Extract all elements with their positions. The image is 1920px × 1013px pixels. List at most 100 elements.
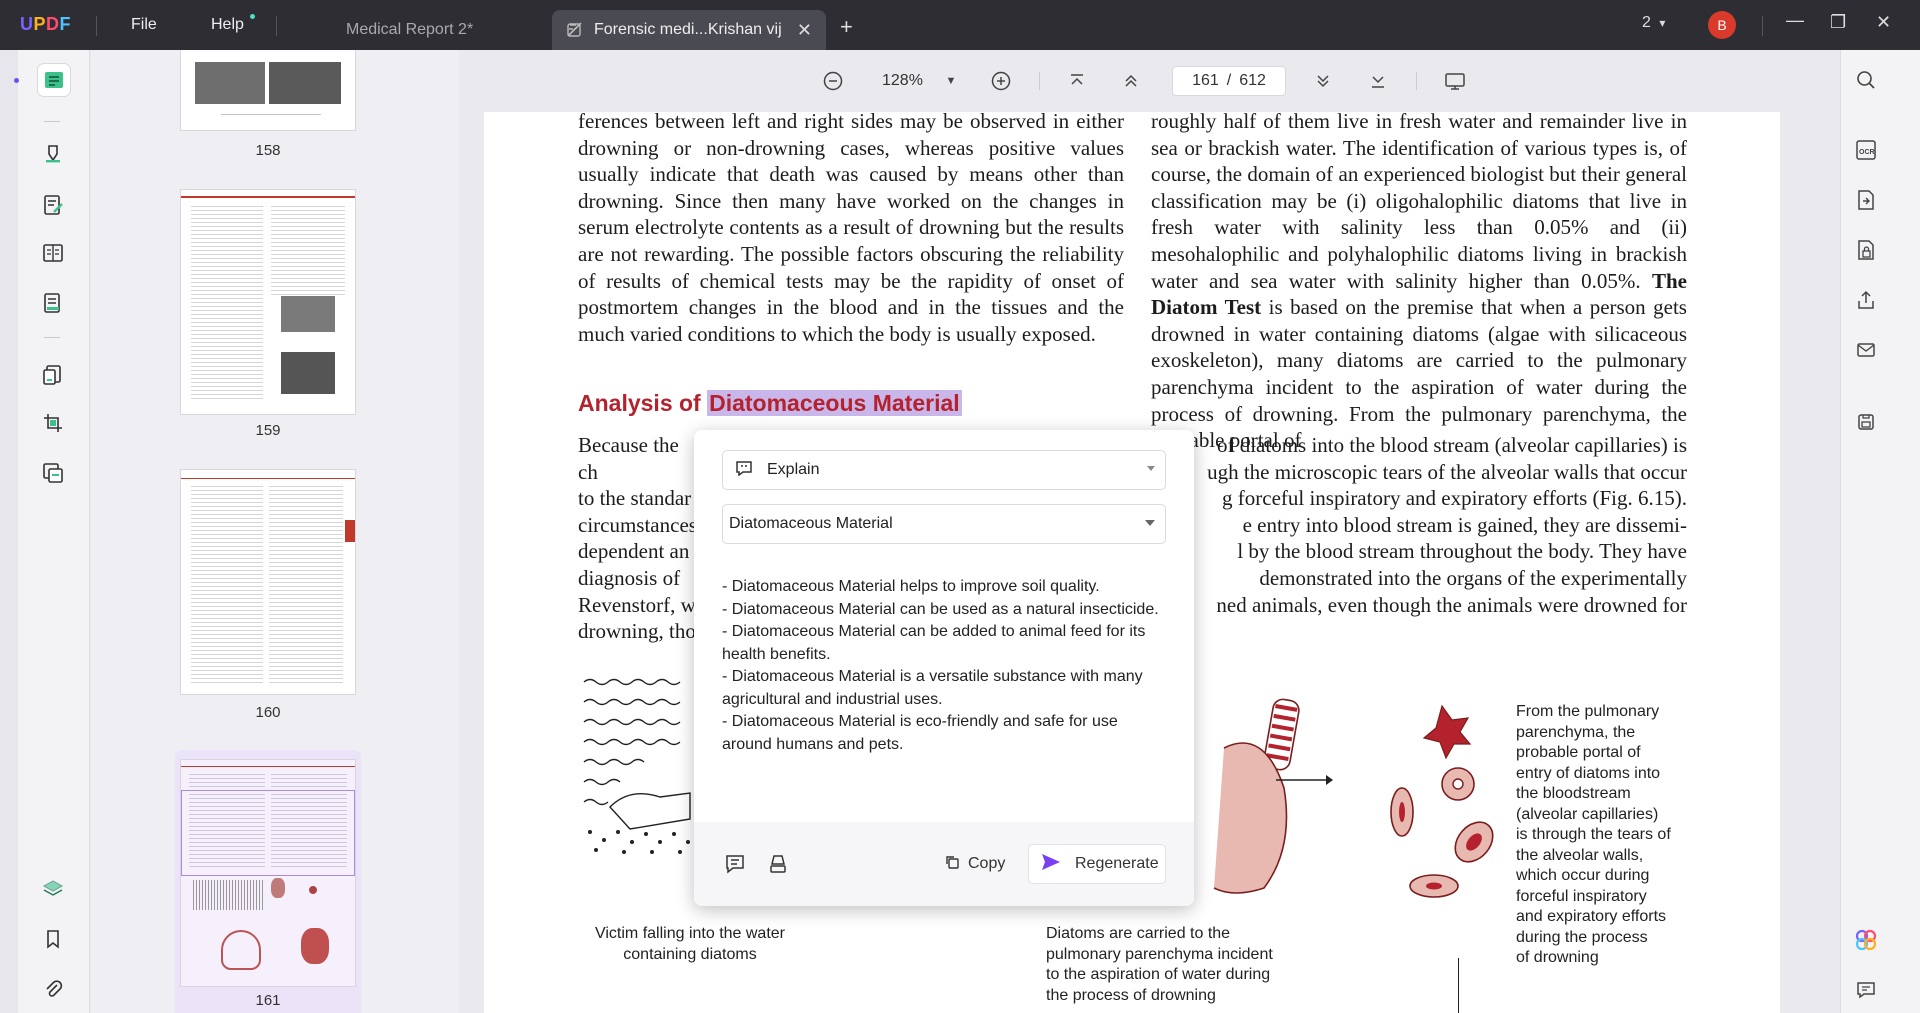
organize-pages-icon[interactable] <box>40 362 66 388</box>
heading-prefix: Analysis of <box>578 390 708 416</box>
updf-ai-icon[interactable] <box>1854 928 1878 952</box>
svg-text:OCR: OCR <box>1859 149 1875 156</box>
text-line: g forceful inspiratory and expiratory ef… <box>1222 486 1687 511</box>
menu-file[interactable]: File <box>131 16 157 34</box>
zoom-dropdown-icon[interactable]: ▼ <box>940 70 962 92</box>
zoom-out-icon[interactable] <box>822 70 844 92</box>
protect-document-icon[interactable] <box>1854 238 1878 262</box>
fill-sign-icon[interactable] <box>40 290 66 316</box>
left-column-text: ferences between left and right sides ma… <box>578 112 1124 346</box>
highlighted-selection[interactable]: Diatomaceous Material <box>707 390 962 416</box>
copy-label: Copy <box>968 855 1006 872</box>
share-icon[interactable] <box>1854 288 1878 312</box>
last-page-icon[interactable] <box>1367 70 1389 92</box>
tab-forensic-medicine[interactable]: Forensic medi...Krishan vij ✕ <box>552 10 826 50</box>
notification-dot <box>250 14 255 19</box>
divider <box>44 121 60 122</box>
caption-line: containing diatoms <box>623 945 757 963</box>
chat-icon[interactable] <box>724 844 752 884</box>
right-tool-rail <box>1840 50 1920 1013</box>
thumbnail-page-number: 158 <box>255 142 281 159</box>
thumbnail-page-158[interactable] <box>181 50 355 130</box>
reader-mode-icon[interactable] <box>38 64 70 96</box>
caption-bloodstream: From the pulmonary parenchyma, the proba… <box>1516 702 1716 969</box>
ocr-icon[interactable]: OCR <box>1854 138 1878 162</box>
send-icon <box>1041 853 1061 876</box>
highlighter-icon[interactable] <box>40 140 66 166</box>
result-line: - Diatomaceous Material is eco-friendly … <box>722 713 1118 753</box>
water-waves-illustration <box>583 678 691 854</box>
divider <box>96 16 97 36</box>
crop-icon[interactable] <box>40 410 66 436</box>
menu-help[interactable]: Help <box>211 16 244 34</box>
close-tab-icon[interactable]: ✕ <box>797 20 812 41</box>
text-line: Revenstorf, w <box>578 592 696 617</box>
figure-line <box>1458 958 1459 1013</box>
right-column-continued: of diatoms into the blood stream (alveol… <box>1204 432 1687 618</box>
email-icon[interactable] <box>1854 338 1878 362</box>
ai-assistant-icon[interactable] <box>768 844 792 884</box>
ai-prompt-select[interactable]: Diatomaceous Material <box>722 504 1166 544</box>
left-column-continued: Because the ch to the standar circumstan… <box>578 432 698 645</box>
close-window-icon[interactable]: ✕ <box>1876 12 1891 33</box>
thumbnail-page-160[interactable] <box>181 470 355 694</box>
right-text-1: roughly half of them live in fresh water… <box>1151 112 1687 293</box>
text-line: Because the ch <box>578 433 679 484</box>
save-icon[interactable] <box>1854 410 1878 434</box>
next-page-icon[interactable] <box>1312 70 1334 92</box>
thumbnail-page-number: 159 <box>255 422 281 439</box>
chevron-down-icon <box>1147 466 1155 471</box>
thumbnail-page-161[interactable] <box>181 760 355 986</box>
edit-pdf-icon[interactable] <box>40 192 66 218</box>
previous-page-icon[interactable] <box>1120 70 1142 92</box>
new-tab-button[interactable]: + <box>840 14 853 40</box>
divider <box>44 337 60 338</box>
ai-result-text: - Diatomaceous Material helps to improve… <box>722 576 1166 756</box>
regenerate-button[interactable]: Regenerate <box>1028 844 1166 884</box>
thumbnail-page-159[interactable] <box>181 190 355 414</box>
window-count[interactable]: 2 ▾ <box>1642 14 1665 32</box>
text-line: diagnosis of <box>578 565 681 590</box>
form-icon[interactable] <box>40 240 66 266</box>
text-line: to the standar <box>578 486 692 511</box>
text-line: e entry into blood stream is gained, the… <box>1242 512 1687 537</box>
divider <box>1039 72 1040 90</box>
divider <box>1762 16 1763 36</box>
comment-icon[interactable] <box>1854 978 1878 1002</box>
text-line: ugh the microscopic tears of the alveola… <box>1207 459 1687 484</box>
current-page: 161 <box>1192 72 1219 89</box>
caption-line: the bloodstream <box>1516 785 1631 802</box>
minimize-icon[interactable]: — <box>1786 10 1804 31</box>
avatar[interactable]: B <box>1708 11 1736 39</box>
caption-line: Victim falling into the water <box>594 925 785 942</box>
caption-line: which occur during <box>1516 867 1650 884</box>
text-line: ned animals, even though the animals wer… <box>1216 592 1687 617</box>
caption-line: to the aspiration of water during <box>1046 966 1271 983</box>
chat-bubble-icon <box>735 460 753 481</box>
tab-label: Medical Report 2* <box>346 21 474 38</box>
first-page-icon[interactable] <box>1066 70 1088 92</box>
divider <box>1416 72 1417 90</box>
copy-button[interactable]: Copy <box>940 844 1016 884</box>
presentation-icon[interactable] <box>1444 70 1466 92</box>
text-line: circumstances <box>578 512 697 537</box>
layers-icon[interactable] <box>40 876 66 902</box>
attachment-icon[interactable] <box>40 976 66 1002</box>
restore-icon[interactable]: ❐ <box>1830 12 1846 33</box>
app-logo[interactable]: UPDF <box>20 14 71 35</box>
search-icon[interactable] <box>1854 68 1878 92</box>
page-number-input[interactable]: 161 / 612 <box>1172 66 1286 96</box>
caption-line: Diatoms are carried to the <box>1046 925 1231 942</box>
page-separator: / <box>1226 72 1232 89</box>
convert-document-icon[interactable] <box>1854 188 1878 212</box>
caption-line: the process of drowning <box>1046 986 1216 1004</box>
convert-icon[interactable] <box>40 460 66 486</box>
zoom-in-icon[interactable] <box>990 70 1012 92</box>
bookmark-icon[interactable] <box>40 926 66 952</box>
tab-medical-report[interactable]: Medical Report 2* <box>330 10 550 50</box>
diatom-cells-illustration <box>1390 704 1494 898</box>
ai-mode-select[interactable]: Explain <box>722 450 1166 490</box>
caption-line: (alveolar capillaries) <box>1516 805 1659 823</box>
zoom-level[interactable]: 128% <box>882 72 923 90</box>
indicator-dot <box>14 78 19 83</box>
